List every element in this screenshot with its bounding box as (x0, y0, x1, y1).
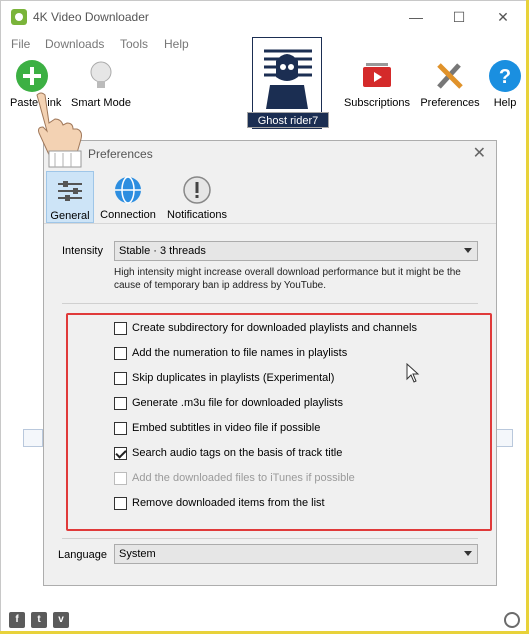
chevron-down-icon (464, 248, 472, 253)
language-label: Language (58, 549, 107, 561)
option-label: Search audio tags on the basis of track … (132, 447, 343, 459)
sliders-icon (58, 181, 82, 201)
vimeo-icon[interactable]: v (53, 612, 69, 628)
intensity-description: High intensity might increase overall do… (114, 267, 461, 291)
checkbox-checked[interactable] (114, 447, 127, 460)
tab-notifications[interactable]: Notifications (162, 171, 232, 223)
divider (62, 303, 478, 304)
app-window: 4K Video Downloader — ☐ ✕ File Downloads… (0, 0, 528, 633)
plus-icon (16, 60, 48, 92)
menu-file[interactable]: File (11, 37, 30, 51)
close-button[interactable]: ✕ (488, 7, 518, 27)
tab-general[interactable]: General (46, 171, 94, 223)
tab-connection-label: Connection (100, 209, 156, 221)
option-label: Create subdirectory for downloaded playl… (132, 322, 417, 334)
option-label: Embed subtitles in video file if possibl… (132, 422, 321, 434)
menu-tools[interactable]: Tools (120, 37, 148, 51)
option-label: Generate .m3u file for downloaded playli… (132, 397, 343, 409)
title-bar: 4K Video Downloader — ☐ ✕ (1, 1, 528, 33)
mouse-cursor-icon (406, 363, 420, 383)
checkbox[interactable] (114, 347, 127, 360)
checkbox[interactable] (114, 322, 127, 335)
question-icon: ? (489, 60, 521, 92)
checkbox[interactable] (114, 422, 127, 435)
facebook-icon[interactable]: f (9, 612, 25, 628)
globe-icon[interactable] (504, 612, 520, 628)
maximize-button[interactable]: ☐ (444, 7, 474, 27)
dialog-title: Preferences (88, 147, 153, 161)
app-logo-icon (11, 9, 27, 25)
option-label: Remove downloaded items from the list (132, 497, 325, 509)
globe-icon (115, 176, 141, 204)
preferences-label: Preferences (420, 97, 480, 109)
preferences-button[interactable]: Preferences (418, 59, 482, 109)
menu-downloads[interactable]: Downloads (45, 37, 104, 51)
help-button[interactable]: ? Help (485, 59, 525, 109)
svg-text:?: ? (499, 66, 511, 88)
footer: f t v (1, 609, 528, 633)
chevron-down-icon (464, 551, 472, 556)
help-label: Help (493, 97, 517, 109)
tab-notifications-label: Notifications (167, 209, 227, 221)
background-tab-left (23, 429, 43, 447)
minimize-button[interactable]: — (401, 7, 431, 27)
preferences-dialog: Preferences ✕ General Connection Notific… (43, 140, 497, 586)
intensity-select[interactable]: Stable · 3 threads (114, 241, 478, 261)
checkbox[interactable] (114, 397, 127, 410)
lightbulb-icon (90, 61, 112, 88)
menu-help[interactable]: Help (164, 37, 189, 51)
user-avatar-overlay: Ghost rider7 (247, 37, 329, 129)
tab-general-label: General (50, 210, 90, 222)
option-label: Add the numeration to file names in play… (132, 347, 348, 359)
checkbox-disabled (114, 472, 127, 485)
subscriptions-icon (363, 63, 391, 87)
checkbox[interactable] (114, 497, 127, 510)
language-value: System (119, 548, 156, 560)
window-title: 4K Video Downloader (33, 10, 149, 24)
intensity-label: Intensity (62, 245, 103, 257)
option-label: Skip duplicates in playlists (Experiment… (132, 372, 335, 384)
dialog-close-icon[interactable]: ✕ (473, 143, 486, 163)
tab-connection[interactable]: Connection (98, 171, 158, 223)
wrench-screwdriver-icon (437, 63, 463, 89)
subscriptions-button[interactable]: Subscriptions (343, 59, 411, 109)
language-select[interactable]: System (114, 544, 478, 564)
twitter-icon[interactable]: t (31, 612, 47, 628)
tab-separator (44, 223, 496, 224)
subscriptions-label: Subscriptions (343, 97, 411, 109)
avatar-caption: Ghost rider7 (247, 112, 329, 128)
preferences-tabs: General Connection Notifications (44, 171, 496, 223)
exclamation-icon (183, 176, 211, 204)
checkbox[interactable] (114, 372, 127, 385)
option-label: Add the downloaded files to iTunes if po… (132, 472, 355, 484)
skull-rider-avatar (256, 41, 318, 111)
divider (62, 538, 478, 539)
intensity-value: Stable · 3 threads (119, 245, 206, 257)
hand-pointer-icon (36, 92, 82, 168)
